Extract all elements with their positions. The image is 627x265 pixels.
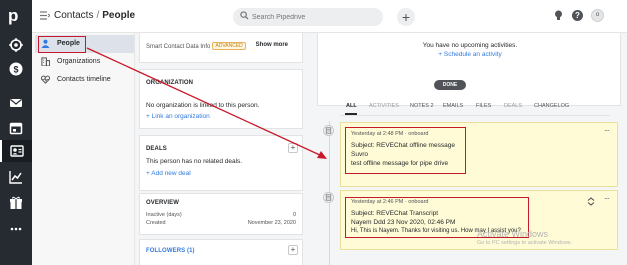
smart-contact-card: Smart Contact Data Info ADVANCED Show mor… xyxy=(139,33,303,63)
top-header: Contacts/People + ? o xyxy=(32,0,627,33)
note-icon xyxy=(323,125,334,136)
note-icon xyxy=(323,192,334,203)
tab-activities[interactable]: ACTIVITIES xyxy=(369,103,399,109)
more-icon[interactable] xyxy=(9,222,23,236)
smart-contact-label: Smart Contact Data Info ADVANCED xyxy=(146,42,246,50)
hamburger-icon[interactable] xyxy=(40,11,50,20)
pipedrive-logo[interactable]: p xyxy=(8,6,24,25)
app-window: p $ Contacts/People + ? o People xyxy=(0,0,627,265)
overview-value-inactive: 0 xyxy=(292,212,296,218)
contacts-subnav: People Organizations Contacts timeline xyxy=(32,33,135,265)
overview-card: OVERVIEW Inactive (days) 0 Created Novem… xyxy=(139,193,303,235)
annotation-box-people xyxy=(38,36,86,53)
smart-contact-text: Smart Contact Data Info xyxy=(146,44,211,50)
tab-emails[interactable]: EMAILS xyxy=(443,103,463,109)
subnav-label-organizations: Organizations xyxy=(57,58,101,65)
deals-title: DEALS xyxy=(146,146,167,152)
tab-changelog[interactable]: CHANGELOG xyxy=(534,103,569,109)
organization-card: ORGANIZATION No organization is linked t… xyxy=(139,69,303,129)
main-nav-rail: p $ xyxy=(0,0,32,265)
note-menu-icon[interactable]: ··· xyxy=(604,126,610,135)
breadcrumb-separator: / xyxy=(96,10,100,21)
tab-deals[interactable]: DEALS xyxy=(504,103,522,109)
no-activities-text: You have no upcoming activities. xyxy=(422,42,518,49)
heart-pulse-icon xyxy=(41,75,50,84)
search-input[interactable] xyxy=(252,10,377,24)
advanced-badge: ADVANCED xyxy=(212,42,246,50)
done-badge: DONE xyxy=(434,80,466,90)
add-deal-button[interactable]: + xyxy=(288,143,298,153)
add-new-deal-link[interactable]: + Add new deal xyxy=(146,170,191,177)
note-menu-icon[interactable]: ··· xyxy=(604,194,610,203)
windows-watermark-title: Activate Windows xyxy=(477,229,549,239)
rail-item-contacts[interactable] xyxy=(0,140,32,162)
overview-label-created: Created xyxy=(146,220,166,226)
subnav-item-organizations[interactable]: Organizations xyxy=(35,53,134,71)
help-icon[interactable]: ? xyxy=(572,10,583,21)
followers-card: FOLLOWERS (1) + xyxy=(139,239,303,265)
breadcrumb-people: People xyxy=(102,10,136,21)
organization-title: ORGANIZATION xyxy=(146,80,194,86)
tab-all[interactable]: ALL xyxy=(346,103,357,109)
followers-title[interactable]: FOLLOWERS (1) xyxy=(146,248,195,254)
quick-add-button[interactable]: + xyxy=(397,8,415,26)
lightbulb-icon[interactable] xyxy=(554,10,563,21)
tabs-divider xyxy=(340,115,610,116)
overview-label-inactive: Inactive (days) xyxy=(146,212,182,218)
overview-value-created: November 23, 2020 xyxy=(247,220,296,226)
tab-files[interactable]: FILES xyxy=(476,103,491,109)
schedule-activity-link[interactable]: + Schedule an activity xyxy=(318,51,622,58)
calendar-icon[interactable] xyxy=(9,121,23,135)
add-follower-button[interactable]: + xyxy=(288,245,298,255)
svg-text:$: $ xyxy=(13,64,18,74)
breadcrumb-contacts[interactable]: Contacts xyxy=(54,10,93,21)
contacts-icon xyxy=(10,145,24,157)
subnav-item-contacts-timeline[interactable]: Contacts timeline xyxy=(35,71,134,89)
details-column: Smart Contact Data Info ADVANCED Show mor… xyxy=(135,33,307,265)
mail-icon[interactable] xyxy=(9,96,23,110)
organization-empty-text: No organization is linked to this person… xyxy=(146,102,260,109)
deals-empty-text: This person has no related deals. xyxy=(146,158,243,165)
link-organization-link[interactable]: + Link an organization xyxy=(146,113,210,120)
annotation-box-note-1 xyxy=(345,127,466,174)
target-icon[interactable] xyxy=(9,38,23,52)
dollar-icon[interactable]: $ xyxy=(9,62,23,76)
avatar[interactable]: o xyxy=(591,9,604,22)
search-icon xyxy=(240,11,249,20)
expand-collapse-icon[interactable] xyxy=(587,197,595,206)
product-box-icon[interactable] xyxy=(9,196,23,210)
search-box[interactable] xyxy=(233,8,383,26)
chart-icon[interactable] xyxy=(9,170,23,184)
deals-card: DEALS + This person has no related deals… xyxy=(139,135,303,191)
overview-title: OVERVIEW xyxy=(146,200,180,206)
upcoming-activities-card: You have no upcoming activities. + Sched… xyxy=(317,33,621,106)
building-icon xyxy=(41,57,50,66)
windows-watermark-subtitle: Go to PC settings to activate Windows. xyxy=(477,240,573,246)
subnav-label-contacts-timeline: Contacts timeline xyxy=(57,76,111,83)
tab-notes[interactable]: NOTES 2 xyxy=(410,103,434,109)
breadcrumb: Contacts / People xyxy=(54,10,135,21)
show-more-button[interactable]: Show more xyxy=(256,42,288,48)
